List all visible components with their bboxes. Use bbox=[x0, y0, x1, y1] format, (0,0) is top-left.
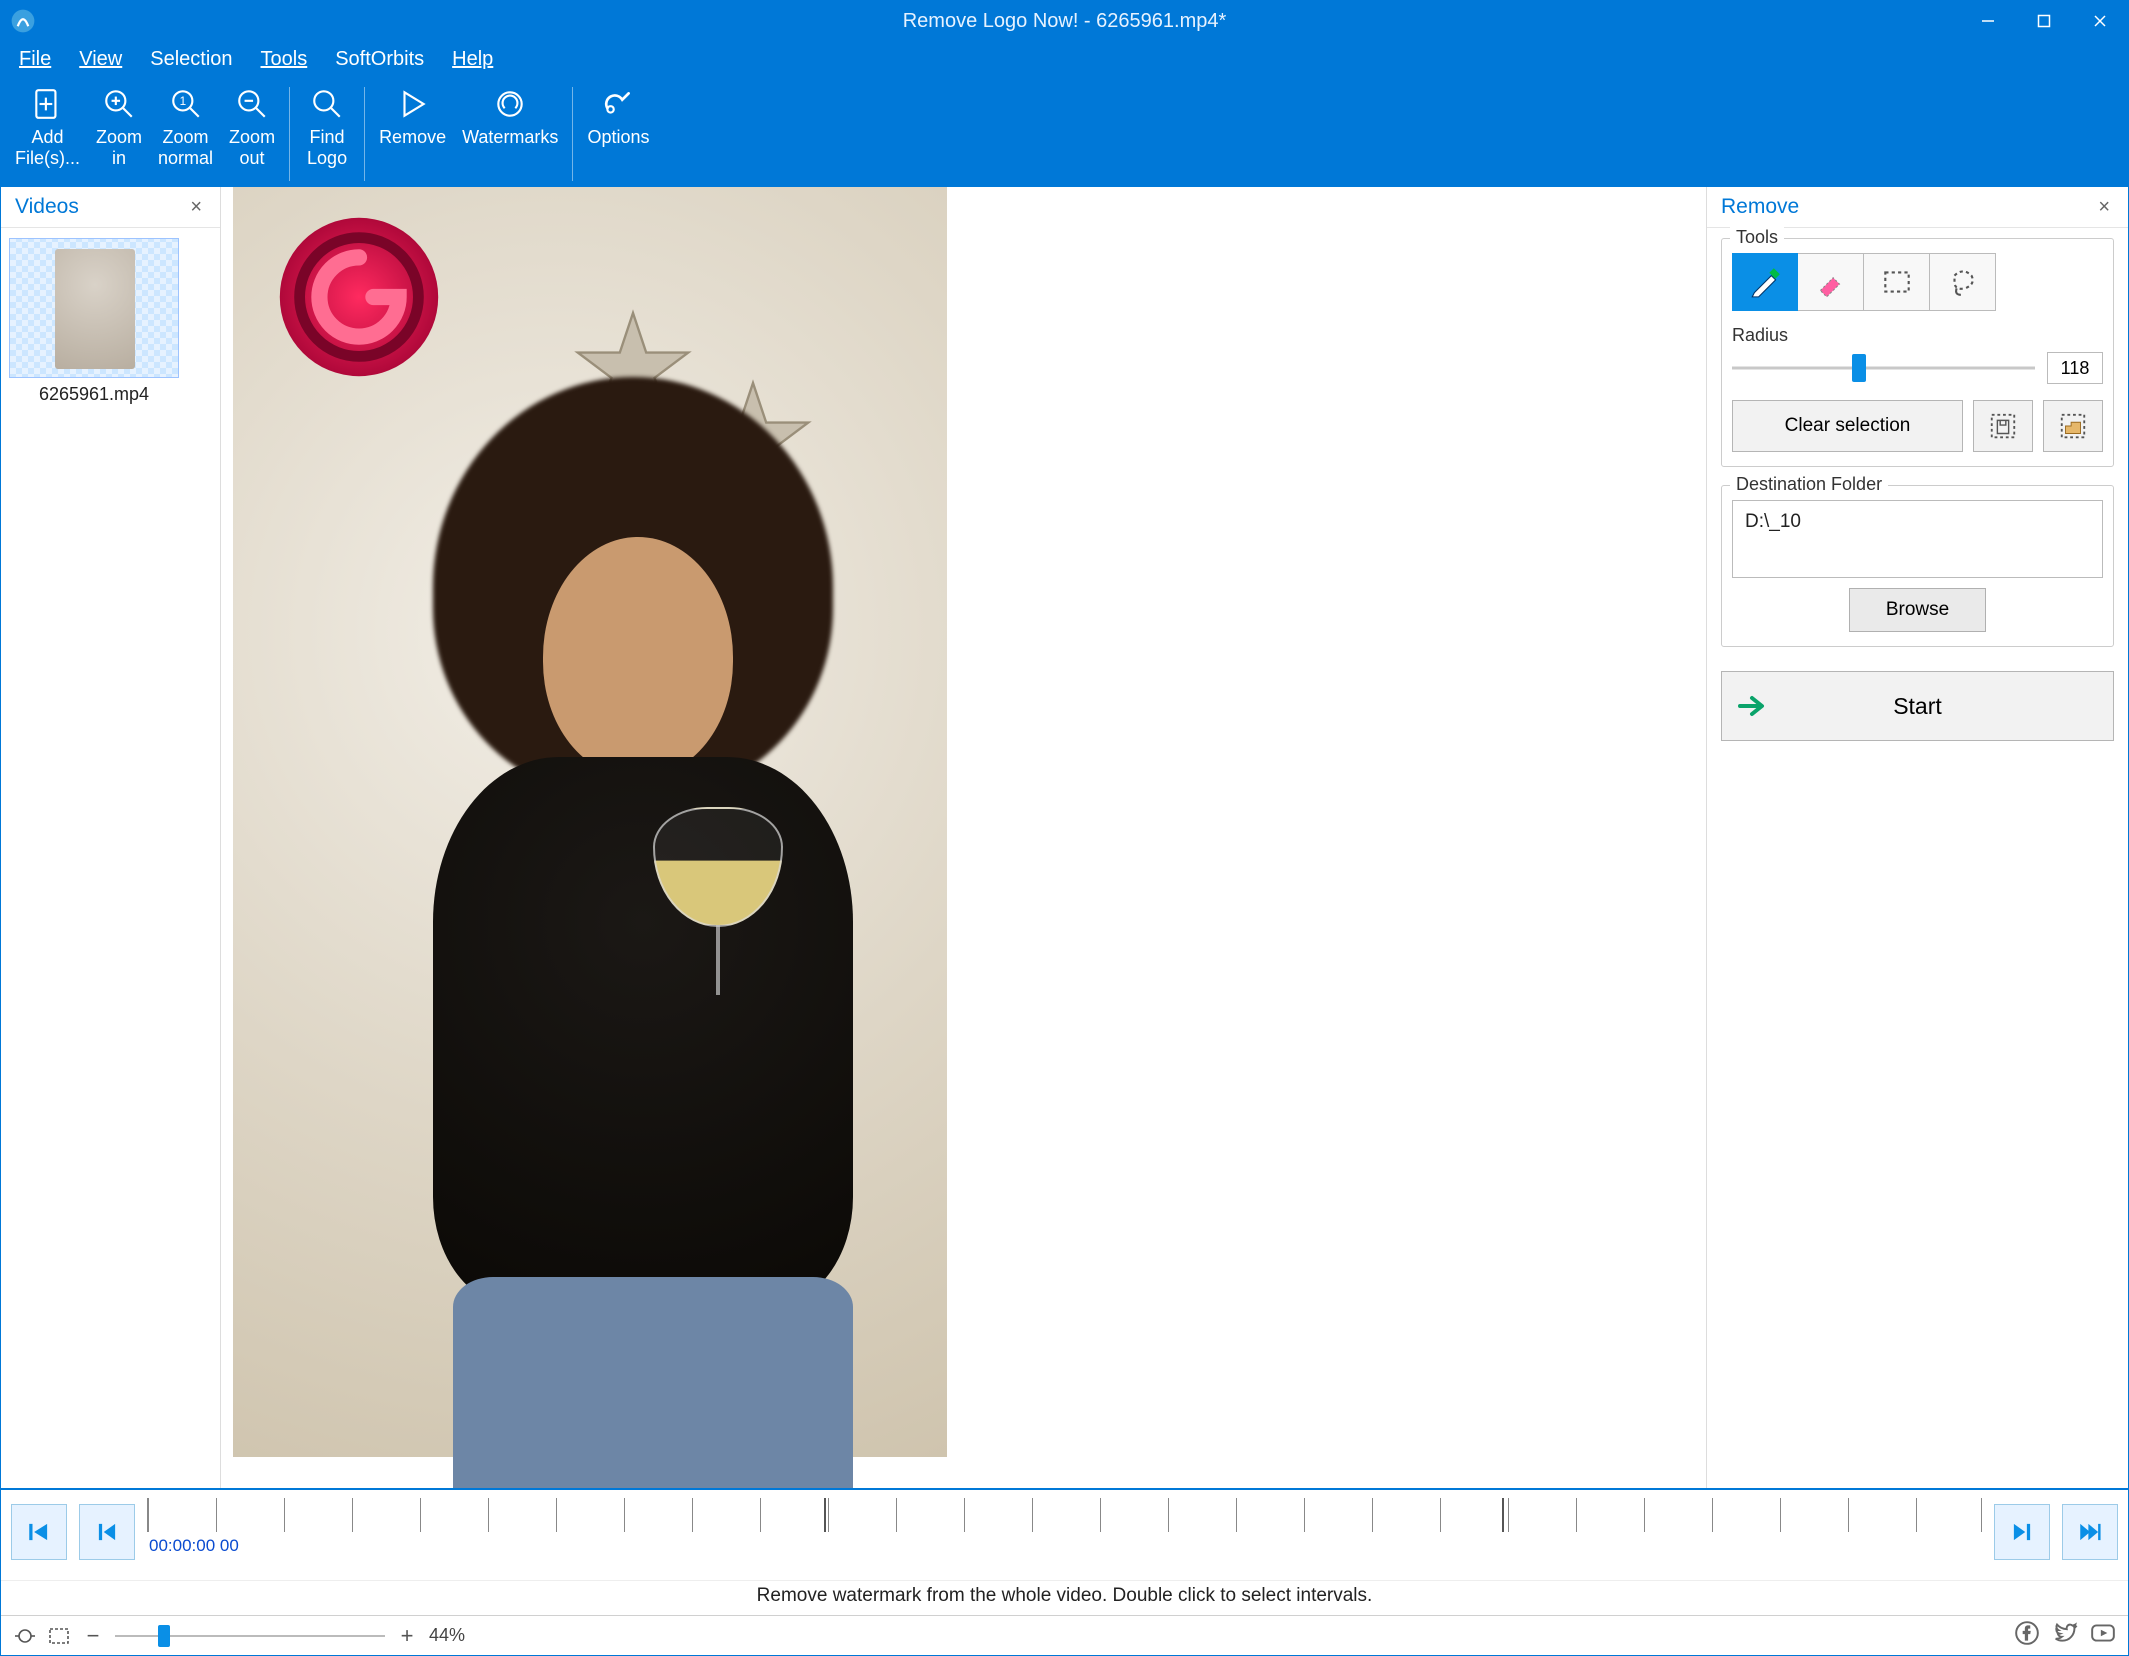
video-thumb-image bbox=[9, 238, 179, 378]
facebook-icon[interactable] bbox=[2014, 1620, 2040, 1651]
add-file-icon bbox=[31, 87, 65, 121]
close-button[interactable] bbox=[2072, 1, 2128, 41]
menu-softorbits[interactable]: SoftOrbits bbox=[335, 48, 424, 71]
next-frame-button[interactable] bbox=[1994, 1504, 2050, 1560]
radius-slider[interactable] bbox=[1732, 356, 2035, 380]
eraser-tool[interactable] bbox=[1798, 253, 1864, 311]
save-selection-button[interactable] bbox=[1973, 400, 2033, 452]
videos-panel-title: Videos bbox=[15, 195, 79, 219]
zoom-slider[interactable] bbox=[115, 1626, 385, 1646]
destination-label: Destination Folder bbox=[1730, 474, 1888, 495]
videos-panel: Videos × 6265961.mp4 bbox=[1, 187, 221, 1488]
menu-view[interactable]: View bbox=[79, 48, 122, 71]
skip-to-end-button[interactable] bbox=[2062, 1504, 2118, 1560]
zoom-in-small-icon[interactable]: + bbox=[395, 1624, 419, 1648]
statusbar: − + 44% bbox=[1, 1615, 2128, 1655]
toolbar: Add File(s)... Zoom in 1 Zoom normal Zoo… bbox=[1, 77, 2128, 187]
tools-label: Tools bbox=[1730, 227, 1784, 248]
radius-value[interactable]: 118 bbox=[2047, 352, 2103, 384]
person-placeholder bbox=[313, 317, 897, 1457]
preview-area[interactable] bbox=[221, 187, 1706, 1488]
marker-tool[interactable] bbox=[1732, 253, 1798, 311]
titlebar: Remove Logo Now! - 6265961.mp4* bbox=[1, 1, 2128, 41]
timeline-ruler[interactable] bbox=[147, 1498, 1982, 1532]
minimize-button[interactable] bbox=[1960, 1, 2016, 41]
zoom-normal-icon: 1 bbox=[169, 87, 203, 121]
timeline-time: 00:00:00 00 bbox=[147, 1532, 1982, 1560]
video-thumb-name: 6265961.mp4 bbox=[9, 384, 179, 405]
twitter-icon[interactable] bbox=[2052, 1620, 2078, 1651]
watermarks-button[interactable]: Watermarks bbox=[454, 81, 566, 187]
fit-width-icon[interactable] bbox=[13, 1624, 37, 1648]
youtube-icon[interactable] bbox=[2090, 1620, 2116, 1651]
video-thumb[interactable]: 6265961.mp4 bbox=[9, 238, 179, 405]
options-icon bbox=[601, 87, 635, 121]
zoom-normal-button[interactable]: 1 Zoom normal bbox=[150, 81, 221, 187]
zoom-in-icon bbox=[102, 87, 136, 121]
zoom-in-button[interactable]: Zoom in bbox=[88, 81, 150, 187]
lasso-tool[interactable] bbox=[1930, 253, 1996, 311]
remove-button[interactable]: Remove bbox=[371, 81, 454, 187]
radius-label: Radius bbox=[1732, 325, 2103, 346]
window-title: Remove Logo Now! - 6265961.mp4* bbox=[903, 10, 1227, 33]
remove-panel-close[interactable]: × bbox=[2094, 196, 2114, 219]
remove-panel-title: Remove bbox=[1721, 195, 1799, 219]
menu-selection[interactable]: Selection bbox=[150, 48, 232, 71]
start-button[interactable]: Start bbox=[1721, 671, 2114, 741]
add-files-button[interactable]: Add File(s)... bbox=[7, 81, 88, 187]
zoom-out-button[interactable]: Zoom out bbox=[221, 81, 283, 187]
browse-button[interactable]: Browse bbox=[1849, 588, 1986, 632]
menubar: File View Selection Tools SoftOrbits Hel… bbox=[1, 41, 2128, 77]
find-logo-icon bbox=[310, 87, 344, 121]
timeline: 00:00:00 00 bbox=[1, 1488, 2128, 1580]
zoom-out-icon bbox=[235, 87, 269, 121]
zoom-percentage: 44% bbox=[429, 1625, 465, 1646]
play-icon bbox=[396, 87, 430, 121]
destination-folder-input[interactable]: D:\_10 bbox=[1732, 500, 2103, 578]
videos-panel-close[interactable]: × bbox=[186, 196, 206, 219]
rectangle-select-tool[interactable] bbox=[1864, 253, 1930, 311]
timeline-hint: Remove watermark from the whole video. D… bbox=[1, 1580, 2128, 1615]
menu-help[interactable]: Help bbox=[452, 48, 493, 71]
watermarks-icon bbox=[493, 87, 527, 121]
clear-selection-button[interactable]: Clear selection bbox=[1732, 400, 1963, 452]
menu-tools[interactable]: Tools bbox=[261, 48, 308, 71]
load-selection-button[interactable] bbox=[2043, 400, 2103, 452]
menu-file[interactable]: File bbox=[19, 48, 51, 71]
app-icon bbox=[9, 7, 37, 35]
start-arrow-icon bbox=[1736, 690, 1768, 722]
prev-frame-button[interactable] bbox=[79, 1504, 135, 1560]
zoom-out-small-icon[interactable]: − bbox=[81, 1624, 105, 1648]
svg-text:1: 1 bbox=[179, 95, 186, 108]
maximize-button[interactable] bbox=[2016, 1, 2072, 41]
remove-panel: Remove × Tools bbox=[1706, 187, 2128, 1488]
video-frame bbox=[233, 187, 947, 1457]
options-button[interactable]: Options bbox=[579, 81, 657, 187]
watermark-logo bbox=[269, 207, 449, 387]
skip-to-start-button[interactable] bbox=[11, 1504, 67, 1560]
fit-screen-icon[interactable] bbox=[47, 1624, 71, 1648]
find-logo-button[interactable]: Find Logo bbox=[296, 81, 358, 187]
